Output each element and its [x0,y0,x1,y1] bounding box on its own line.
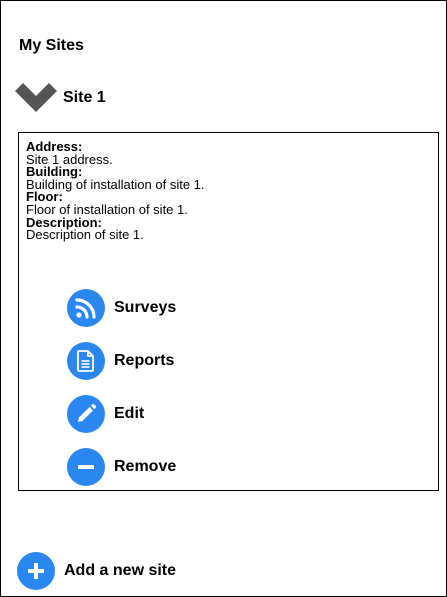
reports-button[interactable]: Reports [67,342,174,380]
reports-label: Reports [114,352,175,369]
site-details-panel: Address: Site 1 address. Building: Build… [18,132,439,491]
edit-label: Edit [114,405,145,422]
app-frame: My Sites Site 1 Address: Site 1 address.… [0,0,447,597]
site-fields: Address: Site 1 address. Building: Build… [26,140,205,243]
edit-button[interactable]: Edit [67,395,144,433]
page-title: My Sites [19,37,84,54]
minus-icon [67,448,105,486]
site-name: Site 1 [63,89,106,106]
rss-icon [67,289,105,327]
surveys-button[interactable]: Surveys [67,289,176,327]
remove-label: Remove [114,458,177,475]
document-icon [67,342,105,380]
chevron-down-icon [15,83,57,112]
surveys-label: Surveys [114,299,177,316]
add-site-label: Add a new site [64,562,177,579]
site-1-toggle[interactable]: Site 1 [15,83,106,113]
remove-button[interactable]: Remove [67,448,176,486]
description-value: Description of site 1. [26,227,144,243]
plus-icon [17,552,55,590]
pencil-icon [67,395,105,433]
add-site-button[interactable]: Add a new site [17,552,176,590]
